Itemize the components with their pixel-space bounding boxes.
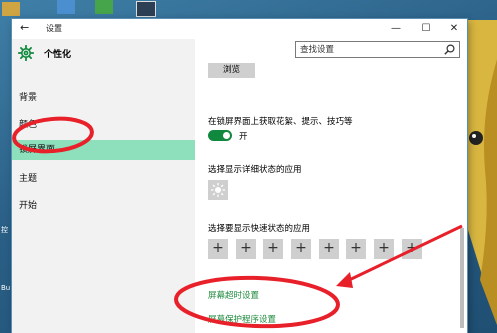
quick-status-add-button[interactable]: + [374, 239, 394, 259]
plus-icon: + [350, 240, 362, 256]
sidebar-header: 个性化 [44, 50, 72, 60]
lock-screen-settings: 浏览 在锁屏界面上获取花絮、提示、技巧等 开 选择显示详细状态的应用 选择要显示… [195, 63, 457, 333]
scrollbar-thumb[interactable] [460, 228, 464, 328]
detail-status-label: 选择显示详细状态的应用 [208, 165, 302, 175]
browse-button[interactable]: 浏览 [208, 63, 255, 78]
desktop-icon[interactable] [136, 1, 156, 17]
plus-icon: + [267, 240, 279, 256]
close-button[interactable]: ✕ [440, 19, 467, 39]
plus-icon: + [295, 240, 307, 256]
plus-icon: + [323, 240, 335, 256]
sidebar-item-label: 颜色 [19, 120, 38, 130]
sidebar-item-start[interactable]: 开始 [12, 196, 195, 216]
content-scrollbar[interactable] [460, 63, 464, 328]
sun-icon [211, 183, 225, 197]
quick-status-add-button[interactable]: + [208, 239, 228, 259]
quick-status-add-button[interactable]: + [236, 239, 256, 259]
sidebar-item-label: 背景 [19, 93, 38, 103]
quick-status-add-button[interactable]: + [319, 239, 339, 259]
quick-status-add-button[interactable]: + [346, 239, 366, 259]
plus-icon: + [212, 240, 224, 256]
detail-status-app-button[interactable] [208, 180, 228, 200]
sidebar-item-background[interactable]: 背景 [12, 88, 195, 108]
search-icon[interactable] [444, 44, 455, 55]
maximize-button[interactable]: ☐ [412, 19, 440, 39]
sidebar-item-colors[interactable]: 颜色 [12, 115, 195, 135]
quick-status-add-button[interactable]: + [291, 239, 311, 259]
desktop-icon[interactable] [57, 0, 75, 14]
toggle-knob [223, 132, 230, 139]
plus-icon: + [378, 240, 390, 256]
quick-status-add-button[interactable]: + [263, 239, 283, 259]
quick-status-label: 选择要显示快速状态的应用 [208, 224, 311, 234]
tips-toggle[interactable] [208, 130, 232, 141]
plus-icon: + [406, 240, 418, 256]
sidebar-item-lock-screen[interactable]: 锁屏界面 [12, 140, 195, 160]
gear-icon [18, 45, 34, 61]
back-icon[interactable]: ← [20, 21, 29, 34]
sidebar-item-themes[interactable]: 主题 [12, 169, 195, 189]
screen-timeout-link[interactable]: 屏幕超时设置 [208, 289, 259, 301]
desktop-icon-label: Bu [1, 284, 11, 292]
toggle-state-label: 开 [239, 132, 248, 142]
desktop-icon[interactable] [2, 2, 20, 16]
plus-icon: + [240, 240, 252, 256]
sidebar-item-label: 锁屏界面 [19, 145, 56, 155]
search-box[interactable] [295, 41, 460, 58]
desktop-icon[interactable] [95, 0, 113, 14]
minimize-button[interactable]: — [382, 19, 410, 39]
sidebar: 个性化 背景 颜色 锁屏界面 主题 开始 [12, 39, 195, 333]
quick-status-add-button[interactable]: + [402, 239, 422, 259]
screensaver-settings-link[interactable]: 屏幕保护程序设置 [208, 313, 276, 325]
tips-setting-label: 在锁屏界面上获取花絮、提示、技巧等 [208, 117, 353, 127]
title-bar[interactable]: ← 设置 — ☐ ✕ [12, 19, 467, 39]
sidebar-item-label: 主题 [19, 174, 38, 184]
desktop-icon-label: 控 [1, 226, 8, 234]
search-input[interactable] [296, 42, 440, 57]
sidebar-item-label: 开始 [19, 201, 38, 211]
window-title: 设置 [46, 24, 62, 33]
settings-window: ← 设置 — ☐ ✕ 个性化 背景 颜色 锁屏界面 主题 开始 查找设置 浏览 … [12, 19, 467, 333]
